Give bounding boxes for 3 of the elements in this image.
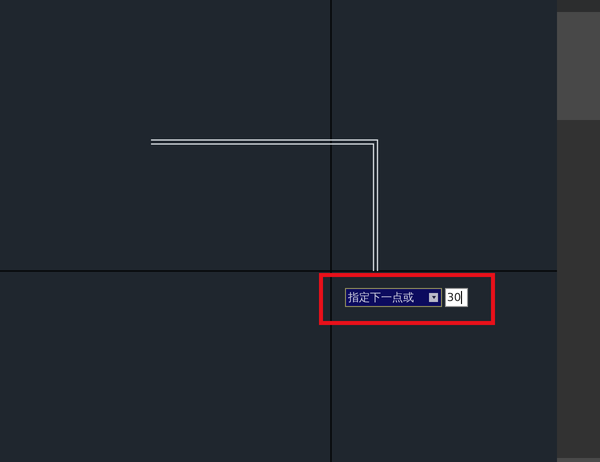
prompt-label: 指定下一点或 [348,291,414,304]
input-field[interactable]: 30 [445,288,468,307]
options-icon[interactable] [429,293,438,302]
